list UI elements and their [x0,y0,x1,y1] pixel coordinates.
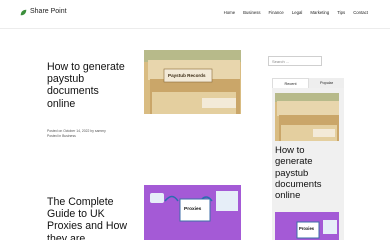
proxies-label: Proxies [299,226,315,231]
post-thumbnail[interactable]: Proxies [144,185,241,240]
folder-illustration [144,50,241,114]
paystub-records-label: Paystub Records [168,73,206,78]
post-thumbnail[interactable]: Paystub Records [144,50,241,114]
header-divider [0,28,390,29]
nav-business[interactable]: Business [243,10,260,15]
search-input[interactable]: Search ... [268,56,322,66]
post-title[interactable]: How to generate paystub documents online [47,61,127,110]
proxies-label: Proxies [184,207,202,212]
main-nav: Home Business Finance Legal Marketing Ti… [224,10,368,15]
tab-recent[interactable]: Recent [272,78,309,88]
recent-post-thumbnail[interactable] [275,93,339,141]
recent-post-title[interactable]: How to generate paystub documents online [275,145,341,201]
tab-popular[interactable]: Popular [309,78,344,88]
nav-marketing[interactable]: Marketing [310,10,329,15]
nav-tips[interactable]: Tips [337,10,345,15]
post-title[interactable]: The Complete Guide to UK Proxies and How… [47,196,129,240]
folder-illustration [275,93,339,141]
nav-legal[interactable]: Legal [292,10,303,15]
nav-home[interactable]: Home [224,10,235,15]
proxies-illustration [144,185,241,240]
site-header: Share Point Home Business Finance Legal … [0,0,390,28]
nav-contact[interactable]: Contact [353,10,368,15]
site-title[interactable]: Share Point [30,8,67,15]
leaf-icon[interactable] [20,9,27,16]
sidebar-tabs: Recent Popular [272,78,344,88]
nav-finance[interactable]: Finance [269,10,284,15]
post-category: Posted in Business [47,134,76,138]
recent-post-thumbnail[interactable]: Proxies [275,212,339,240]
